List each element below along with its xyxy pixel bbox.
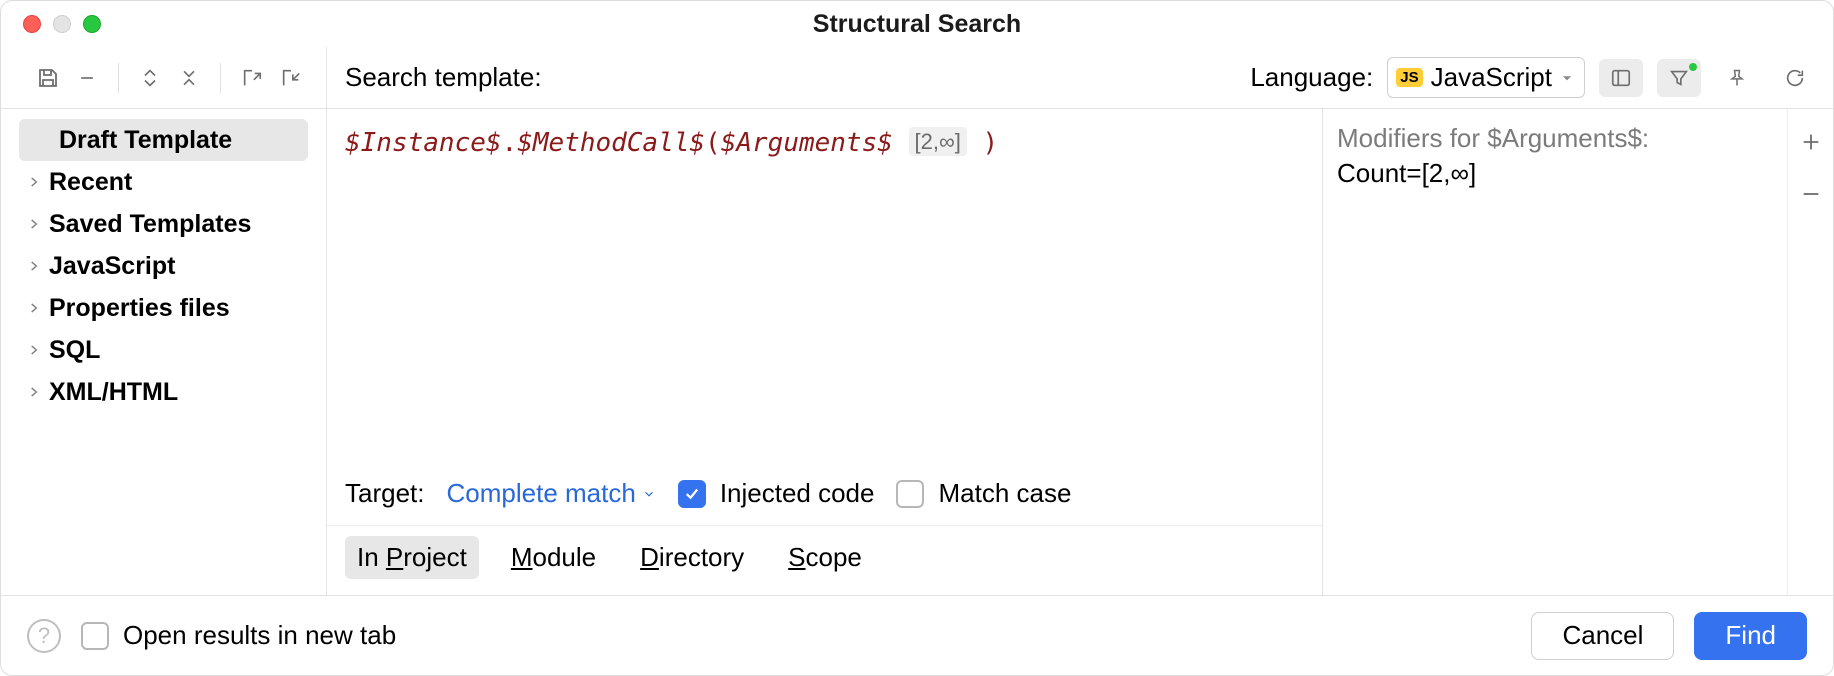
- scope-tabs: In Project Module Directory Scope: [327, 525, 1322, 595]
- target-select[interactable]: Complete match: [447, 478, 656, 509]
- tab-in-project[interactable]: In Project: [345, 536, 479, 579]
- chevron-right-icon: [27, 343, 49, 357]
- language-select[interactable]: JS JavaScript: [1387, 57, 1585, 98]
- tree-item-label: Saved Templates: [49, 210, 251, 239]
- window-title: Structural Search: [1, 10, 1833, 39]
- paren-open: (: [705, 128, 721, 158]
- modifiers-side-toolbar: [1787, 109, 1833, 595]
- tab-scope[interactable]: Scope: [776, 536, 874, 579]
- add-modifier-icon[interactable]: [1794, 125, 1828, 159]
- chevron-right-icon: [27, 175, 49, 189]
- top-toolbar: Search template: Language: JS JavaScript: [327, 47, 1833, 109]
- modifiers-panel: Modifiers for $Arguments$: Count=[2,∞]: [1323, 109, 1833, 595]
- dot: .: [502, 128, 518, 158]
- tree-item-saved[interactable]: Saved Templates: [19, 203, 308, 245]
- tree-item-label: Properties files: [49, 294, 230, 323]
- tree-item-javascript[interactable]: JavaScript: [19, 245, 308, 287]
- tree-item-label: SQL: [49, 336, 100, 365]
- checkbox-label: Injected code: [720, 478, 875, 509]
- tree-item-label: Recent: [49, 168, 132, 197]
- checkbox-box: [81, 622, 109, 650]
- js-badge-icon: JS: [1396, 68, 1422, 87]
- templates-tree: Draft Template Recent Saved Templates Ja…: [1, 109, 326, 595]
- cancel-button[interactable]: Cancel: [1531, 612, 1674, 660]
- find-button[interactable]: Find: [1694, 612, 1807, 660]
- chevron-right-icon: [27, 385, 49, 399]
- template-editor[interactable]: $Instance$.$MethodCall$($Arguments$ [2,∞…: [327, 109, 1322, 464]
- tree-item-sql[interactable]: SQL: [19, 329, 308, 371]
- checkbox-label: Open results in new tab: [123, 620, 396, 651]
- target-label: Target:: [345, 478, 425, 509]
- separator: [220, 63, 221, 93]
- modifiers-line: Count=[2,∞]: [1337, 158, 1773, 189]
- open-new-tab-checkbox[interactable]: Open results in new tab: [81, 620, 396, 651]
- editor-column: $Instance$.$MethodCall$($Arguments$ [2,∞…: [327, 109, 1323, 595]
- templates-sidebar: Draft Template Recent Saved Templates Ja…: [1, 47, 327, 595]
- var-method: $MethodCall$: [517, 128, 705, 158]
- checkbox-label: Match case: [938, 478, 1071, 509]
- target-value: Complete match: [447, 478, 636, 509]
- target-row: Target: Complete match Injected code Mat…: [327, 464, 1322, 525]
- checkbox-box: [896, 480, 924, 508]
- toggle-tree-panel-icon[interactable]: [1599, 59, 1643, 97]
- tree-item-draft[interactable]: Draft Template: [19, 119, 308, 161]
- language-label: Language:: [1250, 62, 1373, 93]
- import-icon[interactable]: [274, 61, 308, 95]
- tree-item-label: Draft Template: [59, 126, 232, 155]
- search-template-label: Search template:: [345, 62, 542, 93]
- tab-directory[interactable]: Directory: [628, 536, 756, 579]
- help-icon[interactable]: ?: [27, 619, 61, 653]
- injected-code-checkbox[interactable]: Injected code: [678, 478, 875, 509]
- modifiers-title: Modifiers for $Arguments$:: [1337, 123, 1773, 154]
- language-value: JavaScript: [1431, 62, 1552, 93]
- checkbox-box: [678, 480, 706, 508]
- refresh-icon[interactable]: [1773, 59, 1817, 97]
- tree-item-recent[interactable]: Recent: [19, 161, 308, 203]
- title-bar: Structural Search: [1, 1, 1833, 47]
- tree-item-label: JavaScript: [49, 252, 175, 281]
- remove-icon[interactable]: [71, 61, 105, 95]
- separator: [118, 63, 119, 93]
- pin-icon[interactable]: [1715, 59, 1759, 97]
- match-case-checkbox[interactable]: Match case: [896, 478, 1071, 509]
- sidebar-toolbar: [1, 47, 326, 109]
- paren-close: ): [982, 128, 998, 158]
- expand-all-icon[interactable]: [133, 61, 167, 95]
- chevron-down-icon: [1560, 71, 1574, 85]
- count-hint-badge: [2,∞]: [909, 127, 967, 156]
- var-instance: $Instance$: [345, 128, 502, 158]
- export-icon[interactable]: [235, 61, 269, 95]
- save-template-icon[interactable]: [31, 61, 65, 95]
- main-panel: Search template: Language: JS JavaScript: [327, 47, 1833, 595]
- tree-item-properties[interactable]: Properties files: [19, 287, 308, 329]
- tree-item-xml[interactable]: XML/HTML: [19, 371, 308, 413]
- bottom-bar: ? Open results in new tab Cancel Find: [1, 595, 1833, 675]
- modifiers-body: Modifiers for $Arguments$: Count=[2,∞]: [1323, 109, 1787, 595]
- collapse-all-icon[interactable]: [172, 61, 206, 95]
- chevron-right-icon: [27, 259, 49, 273]
- tree-item-label: XML/HTML: [49, 378, 178, 407]
- var-arguments: $Arguments$: [721, 128, 893, 158]
- chevron-right-icon: [27, 301, 49, 315]
- remove-modifier-icon[interactable]: [1794, 177, 1828, 211]
- tab-module[interactable]: Module: [499, 536, 608, 579]
- chevron-down-icon: [642, 487, 656, 501]
- filter-icon[interactable]: [1657, 59, 1701, 97]
- chevron-right-icon: [27, 217, 49, 231]
